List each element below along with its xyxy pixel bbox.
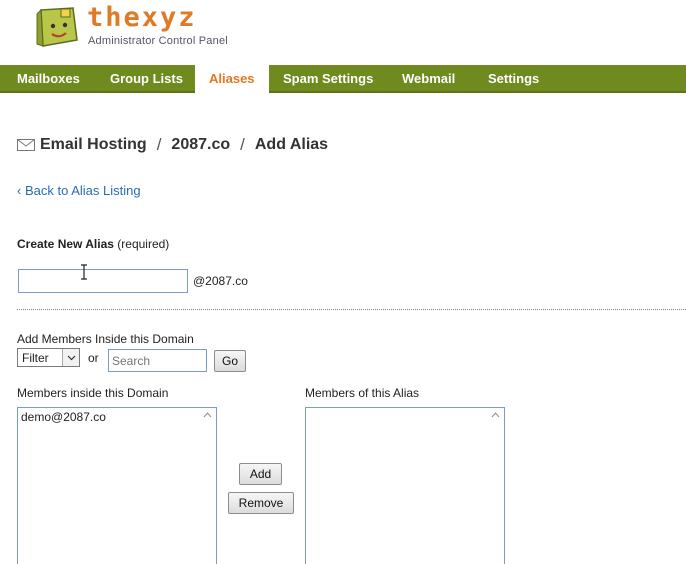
breadcrumb-add-alias: Add Alias <box>254 136 329 153</box>
breadcrumb-separator: / <box>240 135 245 154</box>
create-alias-label-text: Create New Alias <box>17 237 114 251</box>
logo-name: thexyz <box>87 2 197 33</box>
add-member-button[interactable]: Add <box>239 463 282 485</box>
create-alias-label: Create New Alias (required) <box>17 237 169 251</box>
member-search-input[interactable] <box>108 349 207 372</box>
chevron-down-icon[interactable] <box>62 349 79 366</box>
main-nav: Mailboxes Group Lists Aliases Spam Setti… <box>0 65 686 95</box>
back-to-alias-listing-link[interactable]: ‹ Back to Alias Listing <box>17 183 141 198</box>
go-button[interactable]: Go <box>214 350 246 372</box>
scroll-up-icon[interactable] <box>203 412 212 418</box>
domain-suffix: @2087.co <box>193 274 248 288</box>
alias-members-listbox[interactable] <box>305 407 505 564</box>
required-note: (required) <box>117 237 170 251</box>
domain-members-listbox[interactable]: demo@2087.co <box>17 407 217 564</box>
list-item[interactable]: demo@2087.co <box>21 410 106 424</box>
breadcrumb-email-hosting: Email Hosting <box>40 136 147 153</box>
nav-item-group-lists[interactable]: Group Lists <box>96 65 197 93</box>
filter-select-value: Filter <box>22 351 49 365</box>
breadcrumb-domain: 2087.co <box>171 136 231 153</box>
nav-item-webmail[interactable]: Webmail <box>388 65 469 93</box>
or-text: or <box>88 351 99 365</box>
filter-select[interactable]: Filter <box>17 348 80 367</box>
members-of-alias-label: Members of this Alias <box>305 386 420 400</box>
nav-item-settings[interactable]: Settings <box>474 65 553 93</box>
breadcrumb-separator: / <box>156 135 162 154</box>
alias-name-input[interactable] <box>18 269 188 293</box>
nav-item-aliases[interactable]: Aliases <box>195 65 269 95</box>
remove-member-button[interactable]: Remove <box>228 492 294 514</box>
members-inside-domain-label: Members inside this Domain <box>17 386 169 400</box>
section-divider <box>17 309 686 310</box>
envelope-icon <box>17 139 35 151</box>
text-cursor-icon <box>81 264 87 280</box>
add-members-label: Add Members Inside this Domain <box>17 332 194 346</box>
nav-item-mailboxes[interactable]: Mailboxes <box>3 65 94 93</box>
logo-subtitle: Administrator Control Panel <box>88 35 228 47</box>
logo: thexyz Administrator Control Panel <box>33 2 283 56</box>
scroll-up-icon[interactable] <box>491 412 500 418</box>
logo-mascot-icon <box>36 7 78 47</box>
nav-item-spam-settings[interactable]: Spam Settings <box>269 65 387 93</box>
page-title: Email Hosting / 2087.co / Add Alias <box>17 135 328 155</box>
